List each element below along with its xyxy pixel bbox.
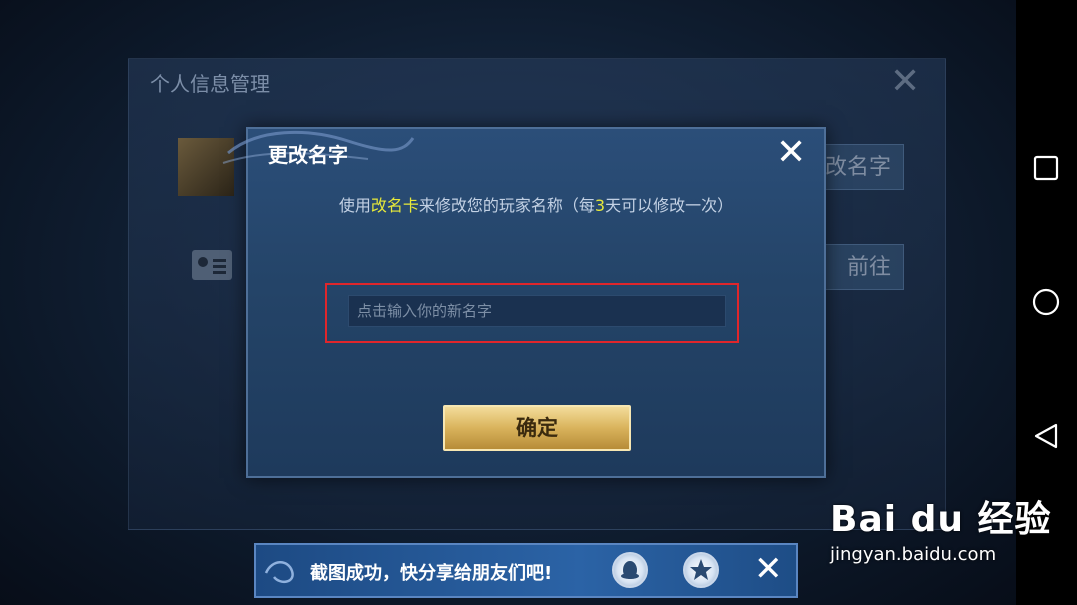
rename-dialog: 更改名字 ✕ 使用改名卡来修改您的玩家名称（每3天可以修改一次） 确定 bbox=[222, 127, 826, 478]
goto-button[interactable]: 前往 bbox=[820, 244, 904, 290]
new-name-input[interactable] bbox=[348, 295, 726, 327]
desc-text-3: 天可以修改一次） bbox=[605, 196, 734, 215]
baidu-url: jingyan.baidu.com bbox=[830, 544, 997, 565]
dialog-title: 更改名字 bbox=[268, 143, 348, 167]
days-highlight: 3 bbox=[594, 196, 606, 215]
home-icon[interactable] bbox=[1030, 286, 1062, 318]
rename-description: 使用改名卡来修改您的玩家名称（每3天可以修改一次） bbox=[248, 192, 824, 216]
baidu-logo: Bai du 经验 bbox=[830, 499, 1052, 540]
desc-text-1: 使用 bbox=[338, 196, 371, 215]
share-close-icon[interactable]: ✕ bbox=[754, 551, 783, 587]
personal-info-title: 个人信息管理 bbox=[150, 72, 270, 96]
share-bar: 截图成功，快分享给朋友们吧! ✕ bbox=[254, 543, 798, 598]
desc-text-2: 来修改您的玩家名称（每 bbox=[418, 196, 595, 215]
id-card-icon bbox=[192, 250, 232, 280]
recent-apps-icon[interactable] bbox=[1030, 152, 1062, 184]
confirm-button[interactable]: 确定 bbox=[443, 405, 631, 451]
qq-icon[interactable] bbox=[612, 552, 648, 588]
baidu-jingyan-watermark: Bai du 经验 jingyan.baidu.com bbox=[830, 490, 1052, 565]
rename-card-highlight: 改名卡 bbox=[370, 196, 419, 215]
rename-button[interactable]: 改名字 bbox=[820, 144, 904, 190]
close-icon[interactable]: ✕ bbox=[776, 135, 806, 171]
personal-info-close-icon[interactable]: ✕ bbox=[890, 64, 920, 100]
share-message: 截图成功，快分享给朋友们吧! bbox=[310, 563, 553, 584]
wave-decoration-icon bbox=[264, 561, 294, 584]
qzone-star-icon[interactable] bbox=[683, 552, 719, 588]
back-icon[interactable] bbox=[1030, 420, 1062, 452]
